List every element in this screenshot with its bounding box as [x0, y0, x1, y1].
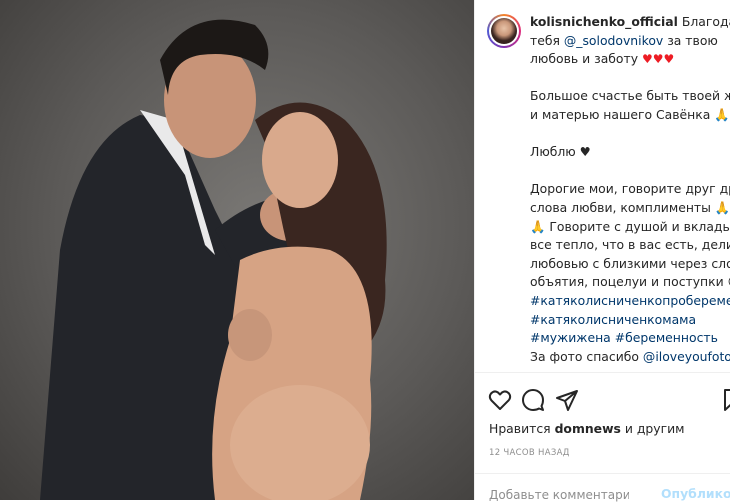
- caption-line: Благодарю: [681, 14, 730, 29]
- post-details-panel: kolisnichenko_official Благодарю тебя @_…: [474, 0, 730, 503]
- avatar-image: [491, 18, 517, 44]
- caption-line: За фото спасибо: [530, 348, 643, 364]
- publish-comment-button[interactable]: Опубликовать: [661, 486, 730, 501]
- hashtag-link[interactable]: #катяколисниченкопробеременност: [530, 292, 730, 311]
- bookmark-icon[interactable]: [719, 388, 730, 412]
- caption-line: Люблю ♥: [530, 144, 591, 160]
- post-username[interactable]: kolisnichenko_official: [530, 14, 678, 29]
- caption-line: объятия, поцелуи и поступки 😍: [530, 274, 730, 290]
- mention-link[interactable]: @iloveyoufoto: [643, 349, 730, 364]
- caption-line: Большое счастье быть твоей женой: [530, 88, 730, 104]
- hashtag-link[interactable]: #мужижена #беременность: [530, 329, 730, 348]
- comment-bar: Опубликовать: [475, 473, 730, 503]
- heart-outline-icon[interactable]: [487, 388, 513, 412]
- post-photo[interactable]: [0, 0, 474, 500]
- caption-line: любовью с близкими через слова,: [530, 255, 730, 271]
- red-heart-emoji-icon: ♥♥♥: [642, 52, 675, 67]
- action-bar: [475, 376, 730, 420]
- liker-username[interactable]: domnews: [555, 421, 621, 436]
- likes-prefix: Нравится: [489, 421, 555, 436]
- comment-input[interactable]: [489, 487, 629, 503]
- speech-bubble-icon[interactable]: [520, 388, 546, 412]
- avatar[interactable]: [487, 14, 521, 48]
- caption-line: все тепло, что в вас есть, делитесь: [530, 237, 730, 253]
- post-timestamp[interactable]: 12 ЧАСОВ НАЗАД: [489, 448, 570, 458]
- caption-line: слова любви, комплименты 🙏🙏: [530, 199, 730, 215]
- caption-text: kolisnichenko_official Благодарю тебя @_…: [530, 13, 730, 366]
- likes-suffix: и другим: [620, 421, 685, 436]
- caption-line: и матерью нашего Савёнка 🙏: [530, 106, 730, 122]
- hashtag-link[interactable]: #катяколисниченкомама: [530, 311, 730, 330]
- caption-line: тебя: [530, 32, 564, 48]
- mention-link[interactable]: @_solodovnikov: [564, 33, 663, 48]
- likes-summary[interactable]: Нравится domnews и другим: [489, 421, 685, 436]
- couple-photo-illustration: [40, 19, 387, 500]
- caption-line: Дорогие мои, говорите друг другу: [530, 181, 730, 197]
- caption-line: любовь и заботу: [530, 51, 642, 67]
- caption-line: 🙏 Говорите с душой и вкладывайте: [530, 218, 730, 234]
- caption-line: за твою: [663, 32, 718, 48]
- caption-area: kolisnichenko_official Благодарю тебя @_…: [475, 0, 730, 373]
- paper-plane-icon[interactable]: [554, 388, 580, 412]
